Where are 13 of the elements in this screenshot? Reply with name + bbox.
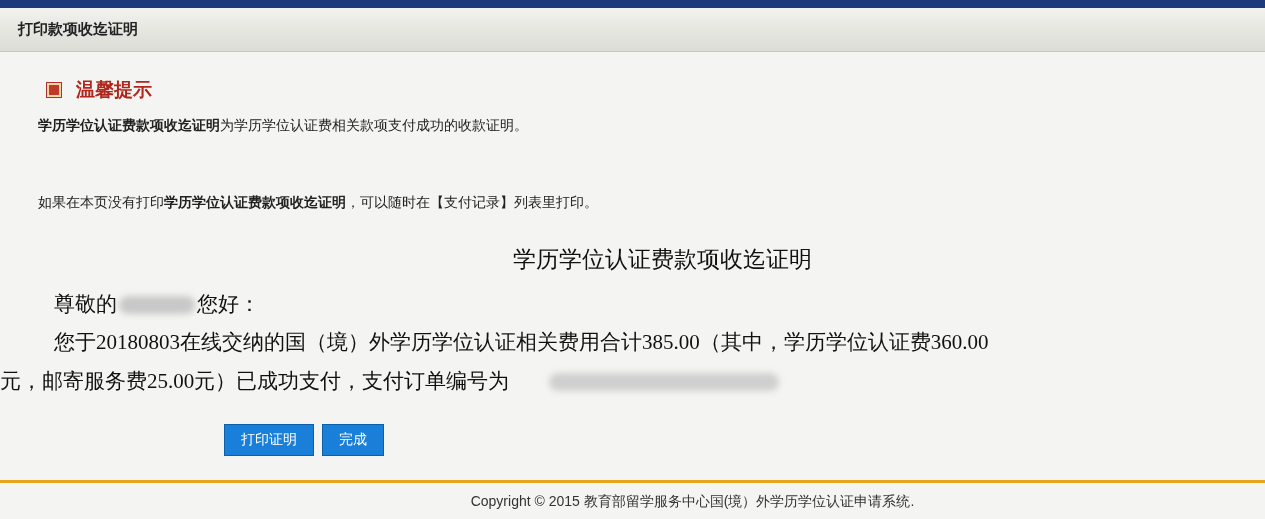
greeting-text: 尊敬的 bbox=[54, 291, 117, 318]
notice-text: 学历学位认证费款项收迄证明为学历学位认证费相关款项支付成功的收款证明。 bbox=[38, 115, 529, 135]
done-button[interactable]: 完成 bbox=[322, 423, 384, 456]
notice-icon bbox=[46, 82, 62, 99]
notice-heading: 温馨提示 bbox=[76, 78, 152, 102]
payment-text: 元，邮寄服务费25.00元）已成功支付，支付订单编号为 bbox=[0, 368, 510, 395]
panel-title: 打印款项收迄证明 bbox=[18, 19, 138, 40]
copyright-text: Copyright © 2015 教育部留学服务中心国(境）外学历学位认证申请系统. bbox=[470, 491, 915, 511]
payment-text: 您于20180803在线交纳的国（境）外学历学位认证相关费用合计385.00（其中，学历学位认证费360.00 bbox=[54, 328, 990, 356]
greeting-text: 您好： bbox=[197, 291, 260, 318]
notice-text: 如果在本页没有打印学历学位认证费款项收迄证明，可以随时在【支付记录】列表里打印。 bbox=[38, 192, 599, 212]
certificate-title: 学历学位认证费款项收迄证明 bbox=[512, 245, 813, 274]
print-button[interactable]: 打印证明 bbox=[224, 423, 314, 456]
